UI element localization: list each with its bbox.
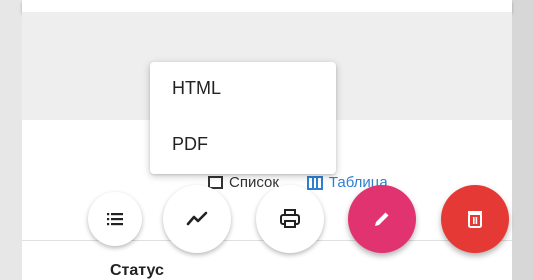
chart-fab[interactable] bbox=[163, 185, 231, 253]
export-menu: HTML PDF bbox=[150, 62, 336, 174]
print-icon bbox=[280, 209, 300, 228]
export-html-item[interactable]: HTML bbox=[172, 78, 221, 99]
list-view-label[interactable]: Список bbox=[229, 174, 279, 191]
delete-fab[interactable] bbox=[441, 185, 509, 253]
print-fab[interactable] bbox=[256, 185, 324, 253]
trend-icon bbox=[186, 211, 208, 226]
scrollbar-track[interactable] bbox=[512, 0, 533, 280]
pencil-icon bbox=[375, 212, 389, 226]
list-icon bbox=[107, 213, 123, 226]
export-pdf-item[interactable]: PDF bbox=[172, 134, 208, 155]
top-card-edge bbox=[22, 0, 512, 12]
trash-icon bbox=[468, 211, 482, 228]
left-background-strip bbox=[0, 0, 22, 280]
table-view-icon[interactable] bbox=[306, 175, 323, 190]
list-fab[interactable] bbox=[88, 192, 142, 246]
edit-fab[interactable] bbox=[348, 185, 416, 253]
status-column-header[interactable]: Статус bbox=[110, 262, 164, 280]
